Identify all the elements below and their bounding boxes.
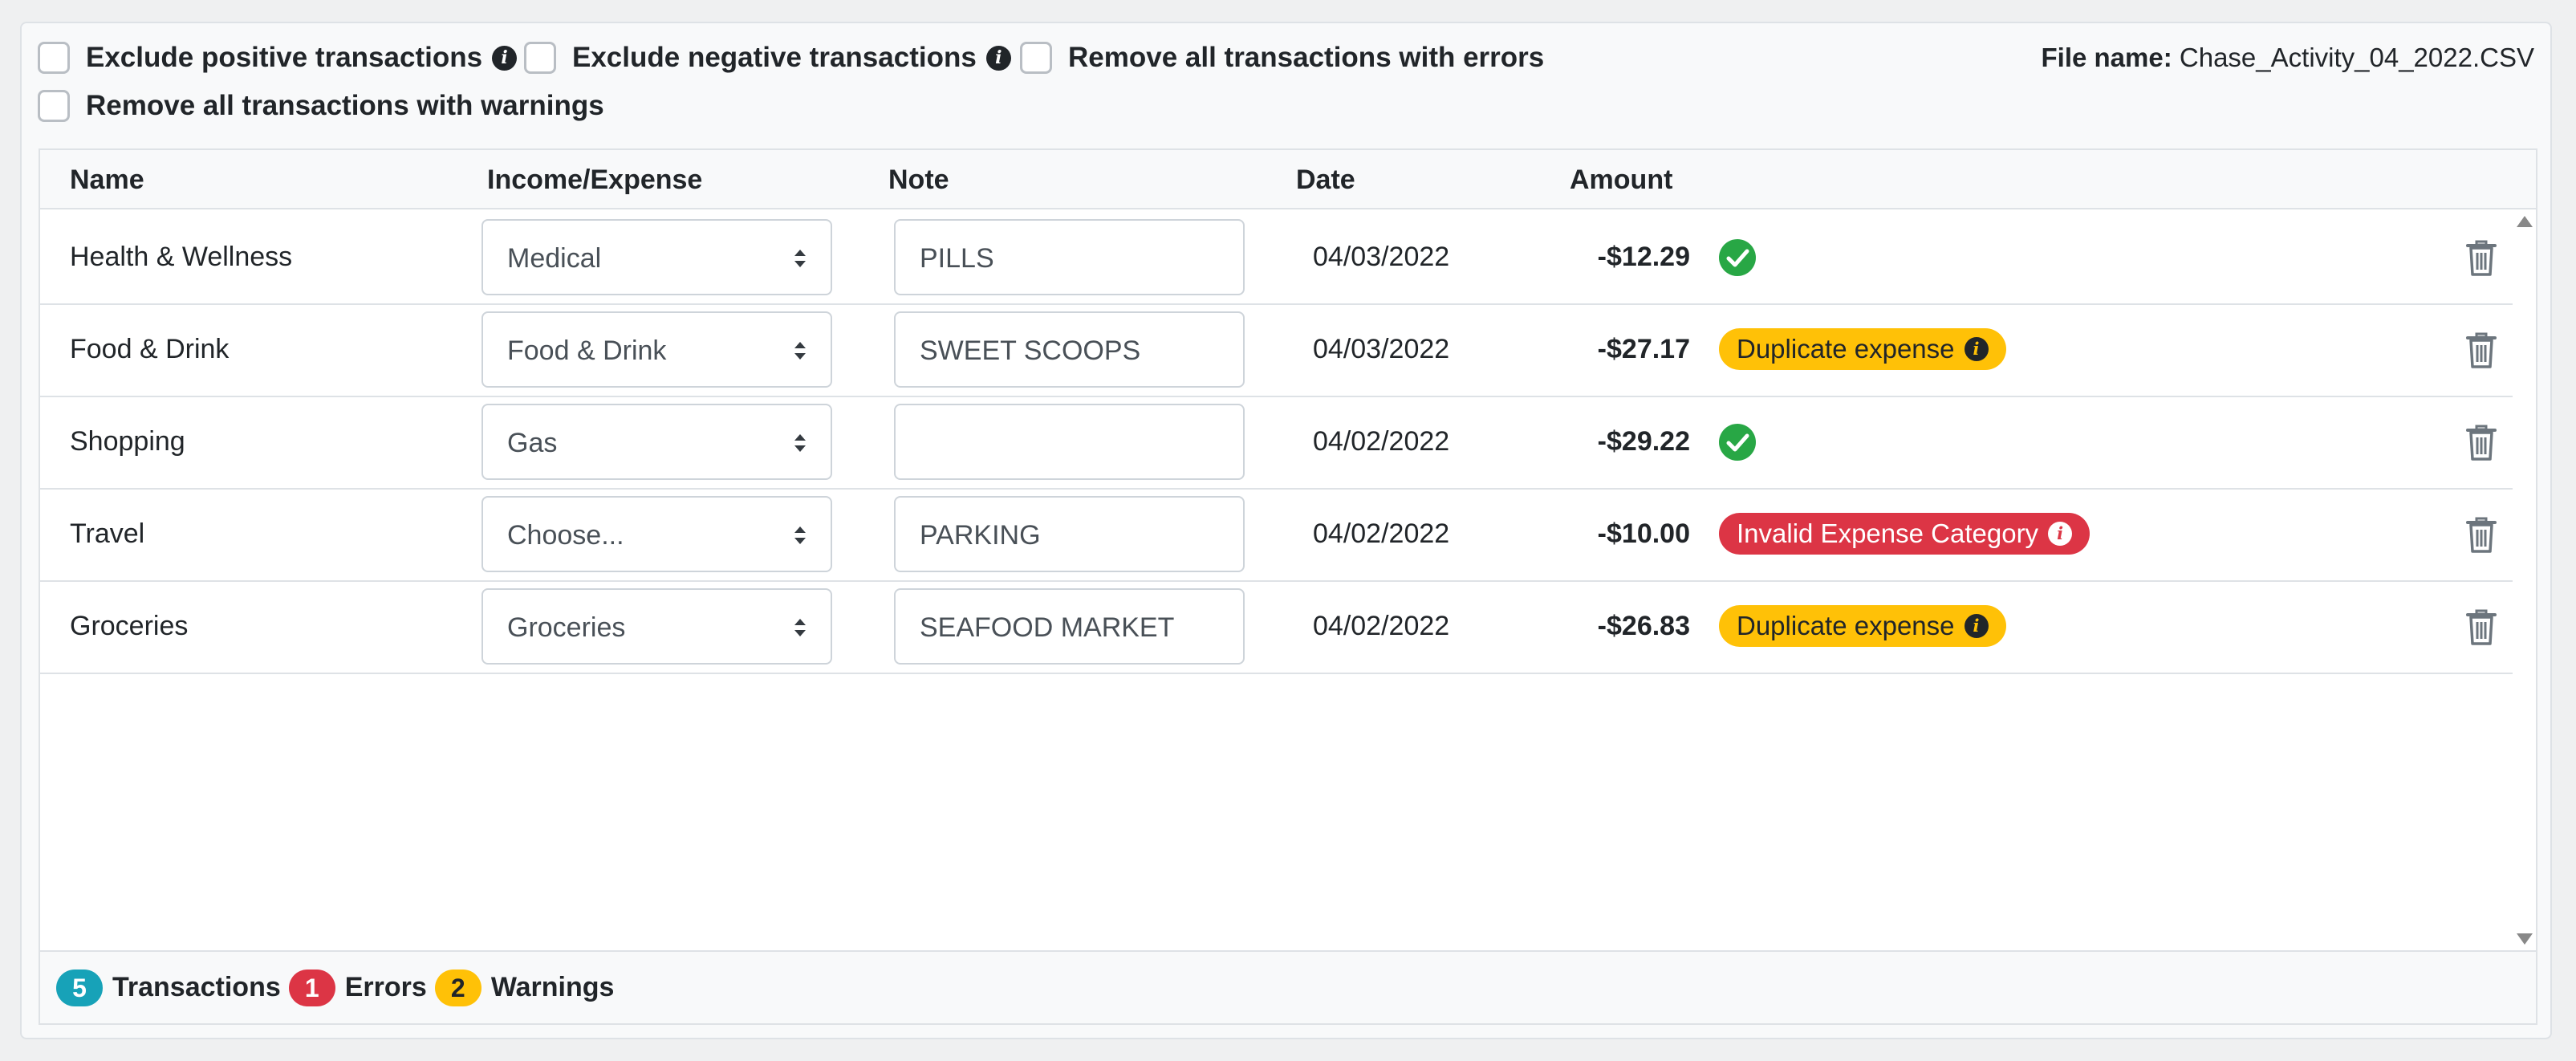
category-select[interactable]: Food & Drink	[481, 311, 832, 388]
warnings-label: Warnings	[490, 972, 615, 1002]
exclude-positive-checkbox[interactable]	[38, 42, 70, 74]
table-row: Food & Drink Food & Drink SWEET SCOOPS 0…	[40, 303, 2513, 397]
row-amount: -$10.00	[1597, 518, 1690, 549]
header-amount: Amount	[1570, 165, 1673, 195]
info-icon[interactable]: i	[492, 45, 518, 71]
file-name-label: File name:	[2041, 43, 2172, 72]
check-circle-icon	[1719, 424, 1756, 461]
scroll-up-arrow[interactable]	[2517, 216, 2533, 227]
category-value: Groceries	[507, 612, 626, 643]
category-select[interactable]: Medical	[481, 219, 832, 295]
errors-label: Errors	[344, 972, 427, 1002]
row-name: Groceries	[70, 611, 189, 641]
warning-badge[interactable]: Duplicate expense i	[1719, 605, 2006, 647]
table-header: Name Income/Expense Note Date Amount	[40, 150, 2536, 209]
note-value: SEAFOOD MARKET	[920, 612, 1175, 643]
select-arrows-icon	[794, 250, 806, 267]
row-name: Travel	[70, 518, 145, 549]
remove-errors-checkbox[interactable]	[1020, 42, 1052, 74]
note-input[interactable]	[894, 404, 1245, 480]
remove-warnings-checkbox[interactable]	[38, 90, 70, 122]
category-value: Medical	[507, 243, 602, 274]
scroll-down-arrow[interactable]	[2517, 933, 2533, 945]
header-income-expense: Income/Expense	[487, 165, 703, 195]
note-value: PARKING	[920, 520, 1041, 551]
note-value: SWEET SCOOPS	[920, 335, 1141, 366]
exclude-positive-label: Exclude positive transactions	[86, 42, 483, 73]
transactions-label: Transactions	[112, 972, 281, 1002]
select-arrows-icon	[794, 619, 806, 636]
exclude-negative-label: Exclude negative transactions	[572, 42, 977, 73]
row-date: 04/02/2022	[1313, 611, 1450, 641]
category-value: Food & Drink	[507, 335, 667, 366]
trash-icon[interactable]	[2465, 423, 2497, 461]
remove-warnings-option[interactable]: Remove all transactions with warnings	[38, 90, 604, 122]
row-date: 04/03/2022	[1313, 334, 1450, 364]
warnings-count-badge: 2	[434, 969, 481, 1006]
remove-errors-label: Remove all transactions with errors	[1068, 42, 1545, 73]
badge-label: Invalid Expense Category	[1737, 518, 2039, 548]
exclude-positive-option[interactable]: Exclude positive transactions i	[38, 42, 518, 74]
note-input[interactable]: PILLS	[894, 219, 1245, 295]
category-value: Gas	[507, 428, 558, 458]
file-name: File name: Chase_Activity_04_2022.CSV	[2042, 43, 2535, 73]
category-select[interactable]: Choose...	[481, 496, 832, 572]
table-row: Travel Choose... PARKING 04/02/2022 -$10…	[40, 488, 2513, 582]
row-amount: -$12.29	[1597, 242, 1690, 272]
row-name: Shopping	[70, 426, 185, 457]
errors-count-badge: 1	[288, 969, 335, 1006]
transactions-table: Name Income/Expense Note Date Amount Hea…	[39, 148, 2537, 1025]
row-name: Health & Wellness	[70, 242, 293, 272]
exclude-negative-option[interactable]: Exclude negative transactions i	[524, 42, 1011, 74]
exclude-negative-checkbox[interactable]	[524, 42, 556, 74]
remove-warnings-label: Remove all transactions with warnings	[86, 90, 604, 121]
note-input[interactable]: PARKING	[894, 496, 1245, 572]
select-arrows-icon	[794, 526, 806, 544]
note-value: PILLS	[920, 243, 994, 274]
trash-icon[interactable]	[2465, 515, 2497, 554]
table-row: Health & Wellness Medical PILLS 04/03/20…	[40, 211, 2513, 305]
note-input[interactable]: SWEET SCOOPS	[894, 311, 1245, 388]
header-note: Note	[888, 165, 949, 195]
transactions-count-badge: 5	[56, 969, 103, 1006]
info-icon: i	[2048, 522, 2073, 546]
table-row: Shopping Gas 04/02/2022 -$29.22	[40, 396, 2513, 490]
row-date: 04/03/2022	[1313, 242, 1450, 272]
check-circle-icon	[1719, 239, 1756, 276]
row-date: 04/02/2022	[1313, 426, 1450, 457]
header-date: Date	[1296, 165, 1355, 195]
info-icon: i	[1964, 337, 1989, 361]
trash-icon[interactable]	[2465, 238, 2497, 277]
category-select[interactable]: Groceries	[481, 588, 832, 665]
select-arrows-icon	[794, 342, 806, 360]
row-name: Food & Drink	[70, 334, 230, 364]
row-amount: -$27.17	[1597, 334, 1690, 364]
trash-icon[interactable]	[2465, 608, 2497, 646]
badge-label: Duplicate expense	[1737, 611, 1955, 640]
info-icon[interactable]: i	[985, 45, 1011, 71]
header-name: Name	[70, 165, 144, 195]
row-date: 04/02/2022	[1313, 518, 1450, 549]
summary-footer: 5 Transactions 1 Errors 2 Warnings	[40, 950, 2536, 1023]
category-select[interactable]: Gas	[481, 404, 832, 480]
warning-badge[interactable]: Duplicate expense i	[1719, 328, 2006, 370]
category-value: Choose...	[507, 520, 624, 551]
file-name-value: Chase_Activity_04_2022.CSV	[2179, 43, 2534, 72]
row-amount: -$26.83	[1597, 611, 1690, 641]
badge-label: Duplicate expense	[1737, 334, 1955, 364]
trash-icon[interactable]	[2465, 331, 2497, 369]
select-arrows-icon	[794, 434, 806, 452]
remove-errors-option[interactable]: Remove all transactions with errors	[1020, 42, 1544, 74]
table-row: Groceries Groceries SEAFOOD MARKET 04/02…	[40, 580, 2513, 674]
error-badge[interactable]: Invalid Expense Category i	[1719, 513, 2090, 555]
import-panel: Exclude positive transactions i Exclude …	[20, 22, 2552, 1039]
info-icon: i	[1964, 614, 1989, 638]
note-input[interactable]: SEAFOOD MARKET	[894, 588, 1245, 665]
row-amount: -$29.22	[1597, 426, 1690, 457]
